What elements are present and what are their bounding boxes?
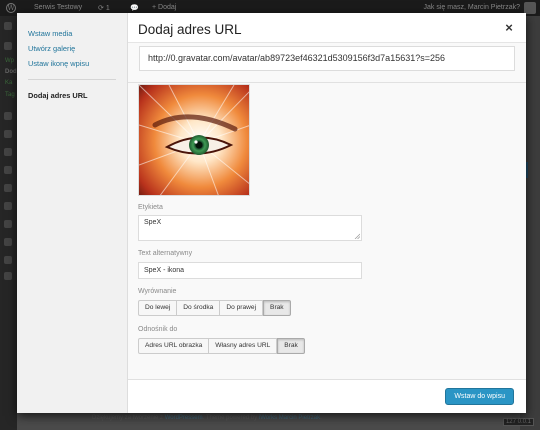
menu-insert-from-url[interactable]: Dodaj adres URL	[17, 88, 127, 103]
users-icon[interactable]	[4, 220, 12, 228]
pages-icon[interactable]	[4, 148, 12, 156]
menu-item-tag[interactable]: Tag	[5, 92, 15, 98]
media-modal: Wstaw media Utwórz galerię Ustaw ikonę w…	[17, 13, 526, 413]
alt-text-input[interactable]: SpeX - ikona	[138, 262, 362, 279]
link-none-button[interactable]: Brak	[277, 338, 305, 354]
footer-prefix: Dziękujemy za tworzenie z	[92, 415, 165, 421]
image-preview	[138, 84, 250, 196]
align-none-button[interactable]: Brak	[263, 300, 291, 316]
wordpress-logo-icon[interactable]: W	[6, 3, 16, 13]
plugins-icon[interactable]	[4, 202, 12, 210]
menu-item-dod[interactable]: Dod	[5, 69, 17, 75]
admin-sidebar-menu: Wp Dod Ka Tag	[0, 16, 17, 430]
footer-middle: . Theme powered by	[202, 415, 259, 421]
align-label: Wyrównanie	[138, 288, 177, 295]
site-name-link[interactable]: Serwis Testowy	[34, 4, 82, 11]
media-menu: Wstaw media Utwórz galerię Ustaw ikonę w…	[17, 13, 128, 413]
link-custom-url-button[interactable]: Własny adres URL	[209, 338, 278, 354]
gravatar-eye-image	[139, 85, 249, 195]
theme-author-link[interactable]: iWorks Marcin Pietrzak	[259, 415, 320, 421]
new-content-label: Dodaj	[158, 4, 177, 11]
modal-toolbar: Wstaw do wpisu	[128, 379, 526, 413]
menu-item-wp[interactable]: Wp	[5, 58, 14, 64]
comments-icon[interactable]: 💬	[130, 4, 139, 12]
url-input[interactable]: http://0.gravatar.com/avatar/ab89723ef46…	[139, 46, 515, 71]
align-center-button[interactable]: Do środka	[177, 300, 221, 316]
insert-into-post-button[interactable]: Wstaw do wpisu	[445, 388, 514, 405]
version-badge: 127 0.0.1	[502, 418, 534, 426]
alt-text-label: Text alternatywny	[138, 250, 193, 257]
link-to-button-group: Adres URL obrazka Własny adres URL Brak	[138, 338, 305, 354]
alt-text-value: SpeX - ikona	[144, 267, 185, 274]
close-icon[interactable]: ×	[502, 21, 516, 35]
url-divider	[128, 82, 526, 83]
align-left-button[interactable]: Do lewej	[138, 300, 178, 316]
new-content-link[interactable]: + Dodaj	[152, 4, 176, 11]
media-icon[interactable]	[4, 112, 12, 120]
updates-count: 1	[105, 5, 110, 12]
menu-item-ka[interactable]: Ka	[5, 80, 12, 86]
menu-separator	[28, 79, 116, 80]
comments-menu-icon[interactable]	[4, 166, 12, 174]
posts-icon[interactable]	[4, 42, 12, 50]
resize-grip-icon[interactable]	[354, 233, 360, 239]
collapse-menu-icon[interactable]	[4, 272, 12, 280]
menu-set-featured-image[interactable]: Ustaw ikonę wpisu	[17, 56, 127, 71]
settings-icon[interactable]	[4, 256, 12, 264]
embed-url-panel: http://0.gravatar.com/avatar/ab89723ef46…	[128, 42, 526, 379]
links-icon[interactable]	[4, 130, 12, 138]
menu-insert-media[interactable]: Wstaw media	[17, 26, 127, 41]
wordpress-link[interactable]: WordPressem	[165, 415, 203, 421]
footer-suffix: .	[320, 415, 322, 421]
appearance-icon[interactable]	[4, 184, 12, 192]
account-greeting[interactable]: Jak się masz, Marcin Pietrzak?	[424, 4, 520, 11]
align-right-button[interactable]: Do prawej	[220, 300, 264, 316]
align-button-group: Do lewej Do środka Do prawej Brak	[138, 300, 291, 316]
menu-create-gallery[interactable]: Utwórz galerię	[17, 41, 127, 56]
updates-icon[interactable]: ⟳ 1	[98, 4, 110, 12]
tools-icon[interactable]	[4, 238, 12, 246]
modal-title: Dodaj adres URL	[138, 22, 242, 37]
dashboard-icon[interactable]	[4, 22, 12, 30]
link-to-label: Odnośnik do	[138, 326, 178, 333]
caption-label: Etykieta	[138, 204, 163, 211]
link-image-url-button[interactable]: Adres URL obrazka	[138, 338, 210, 354]
footer-credit: Dziękujemy za tworzenie z WordPressem. T…	[92, 415, 322, 421]
caption-value: SpeX	[144, 219, 162, 226]
caption-textarea[interactable]: SpeX	[138, 215, 362, 241]
